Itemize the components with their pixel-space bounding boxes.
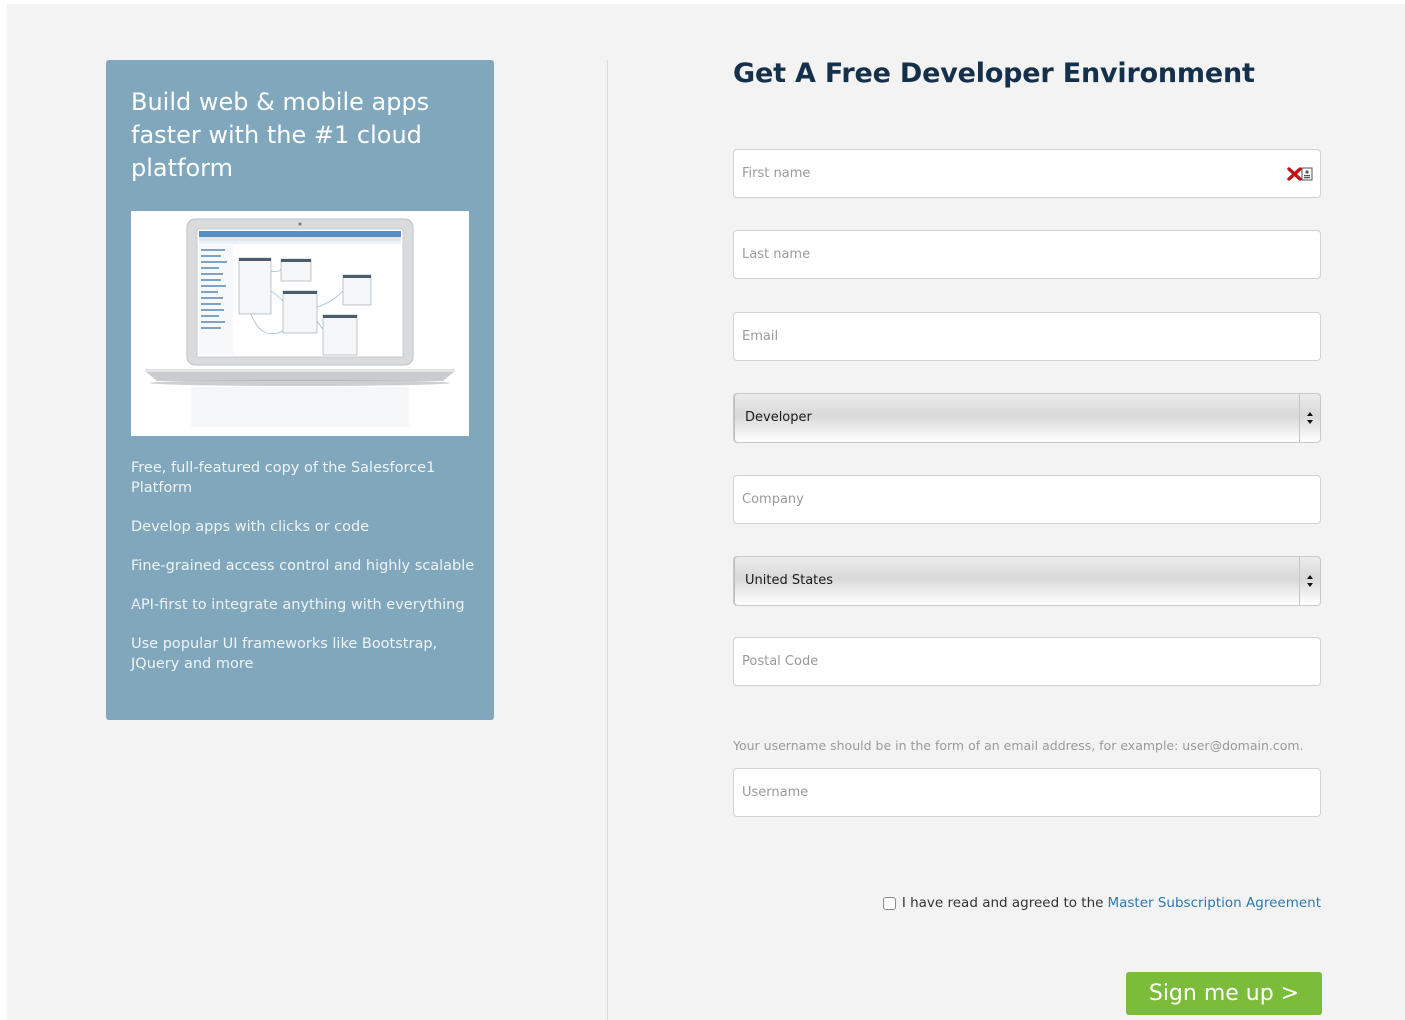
username-input[interactable] — [734, 769, 1320, 816]
sign-up-button[interactable]: Sign me up > — [1126, 972, 1322, 1015]
master-subscription-agreement-link[interactable]: Master Subscription Agreement — [1107, 895, 1321, 911]
company-input[interactable] — [734, 476, 1320, 523]
promo-feature-list: Free, full-featured copy of the Salesfor… — [131, 458, 476, 693]
job-role-select[interactable]: Developer — [733, 393, 1321, 443]
select-arrows-icon — [1299, 394, 1313, 442]
last-name-field[interactable] — [733, 230, 1321, 279]
country-value: United States — [745, 573, 834, 588]
first-name-input[interactable] — [734, 150, 1320, 197]
agreement-text: I have read and agreed to the — [901, 895, 1104, 911]
promo-panel: Build web & mobile apps faster with the … — [106, 60, 494, 720]
laptop-screenshot-image — [131, 211, 469, 436]
email-field[interactable] — [733, 312, 1321, 361]
first-name-field[interactable] — [733, 149, 1321, 198]
username-hint: Your username should be in the form of a… — [733, 738, 1304, 753]
email-input[interactable] — [734, 313, 1320, 360]
postal-code-field[interactable] — [733, 637, 1321, 686]
list-item: Free, full-featured copy of the Salesfor… — [131, 460, 436, 496]
list-item: API-first to integrate anything with eve… — [131, 597, 465, 613]
job-role-value: Developer — [745, 410, 812, 425]
username-field[interactable] — [733, 768, 1321, 817]
page-title: Get A Free Developer Environment — [733, 58, 1255, 89]
last-name-input[interactable] — [734, 231, 1320, 278]
list-item: Use popular UI frameworks like Bootstrap… — [131, 636, 438, 672]
autofill-contact-icon[interactable] — [1287, 166, 1314, 182]
promo-title: Build web & mobile apps faster with the … — [131, 88, 430, 182]
select-arrows-icon — [1299, 557, 1313, 605]
company-field[interactable] — [733, 475, 1321, 524]
country-select[interactable]: United States — [733, 556, 1321, 606]
agreement-checkbox[interactable] — [882, 896, 896, 910]
vertical-divider — [607, 60, 608, 1020]
postal-code-input[interactable] — [734, 638, 1320, 685]
agreement-row: I have read and agreed to the Master Sub… — [882, 895, 1321, 911]
list-item: Fine-grained access control and highly s… — [131, 558, 475, 574]
list-item: Develop apps with clicks or code — [131, 519, 370, 535]
